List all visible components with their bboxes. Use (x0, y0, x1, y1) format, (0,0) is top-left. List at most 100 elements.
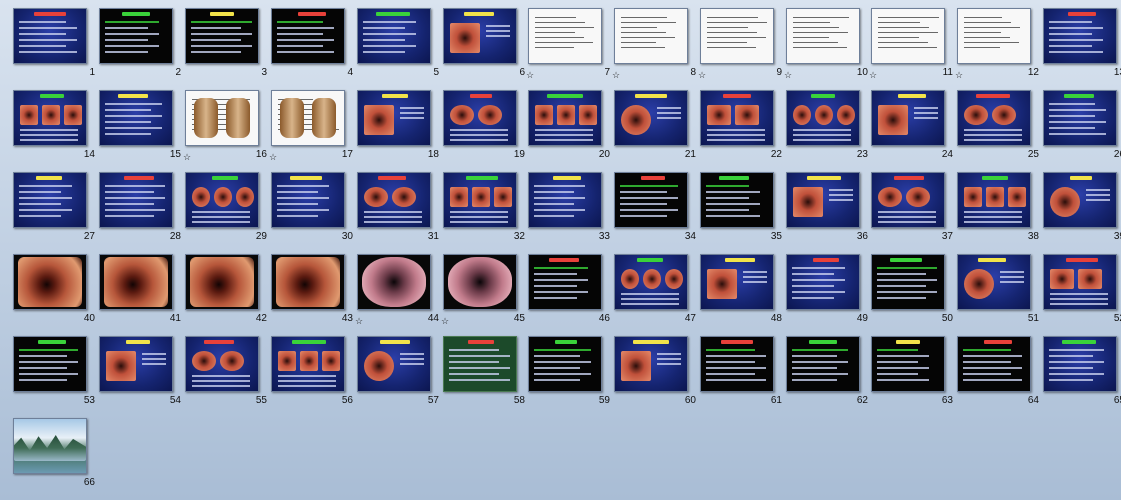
slide-thumbnail[interactable] (271, 8, 345, 64)
animation-star-icon: ☆ (441, 316, 450, 326)
slide-thumbnail[interactable] (957, 90, 1031, 146)
slide-thumbnail[interactable] (871, 90, 945, 146)
slide-thumbnail[interactable] (614, 172, 688, 228)
slide-text-line (534, 291, 588, 293)
slide-thumbnail[interactable] (528, 254, 602, 310)
slide-thumbnail[interactable] (700, 90, 774, 146)
slide-text-line (105, 51, 148, 53)
slide-thumbnail[interactable] (1043, 172, 1117, 228)
slide-image (42, 105, 60, 125)
slide-thumbnail[interactable] (271, 172, 345, 228)
slide-image (494, 187, 512, 207)
slide-thumbnail[interactable] (528, 336, 602, 392)
slide-text-line (964, 27, 1020, 28)
slide-thumbnail[interactable] (271, 90, 345, 146)
slide-thumbnail[interactable] (700, 172, 774, 228)
slide-text-line (793, 22, 830, 23)
slide-thumbnail[interactable] (99, 8, 173, 64)
slide-title-bar (982, 176, 1008, 180)
slide-text-line (534, 215, 574, 217)
slide-text-line (877, 291, 937, 293)
slide-thumbnail[interactable] (528, 8, 602, 64)
slide-thumbnail[interactable] (357, 90, 431, 146)
slide-text-line (792, 355, 837, 357)
slide-thumbnail[interactable] (1043, 90, 1117, 146)
slide-text-line (534, 267, 588, 269)
slide-thumbnail[interactable] (271, 254, 345, 310)
slide-thumbnail[interactable] (443, 336, 517, 392)
slide-text-line (793, 17, 849, 18)
slide-thumbnail[interactable] (185, 90, 259, 146)
slide-thumbnail[interactable] (957, 336, 1031, 392)
slide-thumbnail[interactable] (99, 90, 173, 146)
slide-text-line (964, 221, 1022, 223)
slide-text-line (191, 51, 241, 53)
slide-text-line (278, 380, 336, 382)
slide-text-line (620, 185, 678, 187)
slide-thumbnail[interactable] (1043, 336, 1117, 392)
slide-text-line (706, 361, 755, 363)
slide-number: 49 (856, 313, 868, 324)
slide-thumbnail[interactable] (357, 8, 431, 64)
slide-thumbnail[interactable] (185, 336, 259, 392)
slide-thumbnail[interactable] (871, 172, 945, 228)
slide-thumbnail[interactable] (700, 336, 774, 392)
slide-thumbnail[interactable] (185, 8, 259, 64)
slide-thumbnail[interactable] (185, 254, 259, 310)
slide-thumbnail[interactable] (185, 172, 259, 228)
slide-thumbnail[interactable] (443, 172, 517, 228)
slide-thumbnail[interactable] (443, 90, 517, 146)
slide-thumbnail[interactable] (357, 172, 431, 228)
slide-thumbnail[interactable] (700, 254, 774, 310)
slide-thumbnail[interactable] (13, 418, 87, 474)
slide-text-line (1049, 115, 1095, 117)
slide-number: 21 (684, 149, 696, 160)
slide-thumbnail[interactable] (614, 90, 688, 146)
slide-thumbnail[interactable] (700, 8, 774, 64)
slide-thumbnail[interactable] (1043, 8, 1117, 64)
slide-text-line (105, 133, 151, 135)
slide-image (450, 187, 468, 207)
slide-text-line (793, 129, 851, 131)
slide-thumbnail[interactable] (99, 172, 173, 228)
slide-thumbnail[interactable] (871, 254, 945, 310)
slide-thumbnail[interactable] (13, 8, 87, 64)
slide-thumbnail[interactable] (13, 254, 87, 310)
slide-thumbnail[interactable] (271, 336, 345, 392)
slide-thumbnail[interactable] (13, 336, 87, 392)
slide-thumbnail[interactable] (528, 172, 602, 228)
slide-thumbnail[interactable] (357, 336, 431, 392)
slide-text-line (877, 279, 937, 281)
slide-thumbnail[interactable] (528, 90, 602, 146)
slide-text-line (400, 363, 424, 365)
slide-thumbnail[interactable] (786, 254, 860, 310)
slide-thumbnail[interactable] (957, 172, 1031, 228)
slide-text-line (277, 33, 323, 35)
slide-text-line (657, 353, 681, 355)
slide-text-line (534, 285, 577, 287)
slide-thumbnail[interactable] (786, 90, 860, 146)
slide-thumbnail[interactable] (786, 336, 860, 392)
slide-thumbnail[interactable] (786, 8, 860, 64)
slide-thumbnail[interactable] (1043, 254, 1117, 310)
slide-thumbnail[interactable] (443, 254, 517, 310)
slide-thumbnail[interactable] (957, 254, 1031, 310)
slide-text-line (19, 209, 72, 211)
slide-number: 6 (519, 67, 525, 78)
slide-thumbnail[interactable] (614, 8, 688, 64)
slide-thumbnail[interactable] (871, 8, 945, 64)
slide-thumbnail[interactable] (13, 90, 87, 146)
slide-thumbnail[interactable] (357, 254, 431, 310)
slide-thumbnail[interactable] (786, 172, 860, 228)
slide-text-line (1049, 361, 1104, 363)
slide-text-line (878, 17, 939, 18)
slide-thumbnail[interactable] (443, 8, 517, 64)
slide-thumbnail[interactable] (614, 336, 688, 392)
slide-text-line (877, 379, 929, 381)
slide-thumbnail[interactable] (614, 254, 688, 310)
slide-thumbnail[interactable] (871, 336, 945, 392)
slide-thumbnail[interactable] (99, 336, 173, 392)
slide-thumbnail[interactable] (13, 172, 87, 228)
slide-thumbnail[interactable] (99, 254, 173, 310)
slide-thumbnail[interactable] (957, 8, 1031, 64)
